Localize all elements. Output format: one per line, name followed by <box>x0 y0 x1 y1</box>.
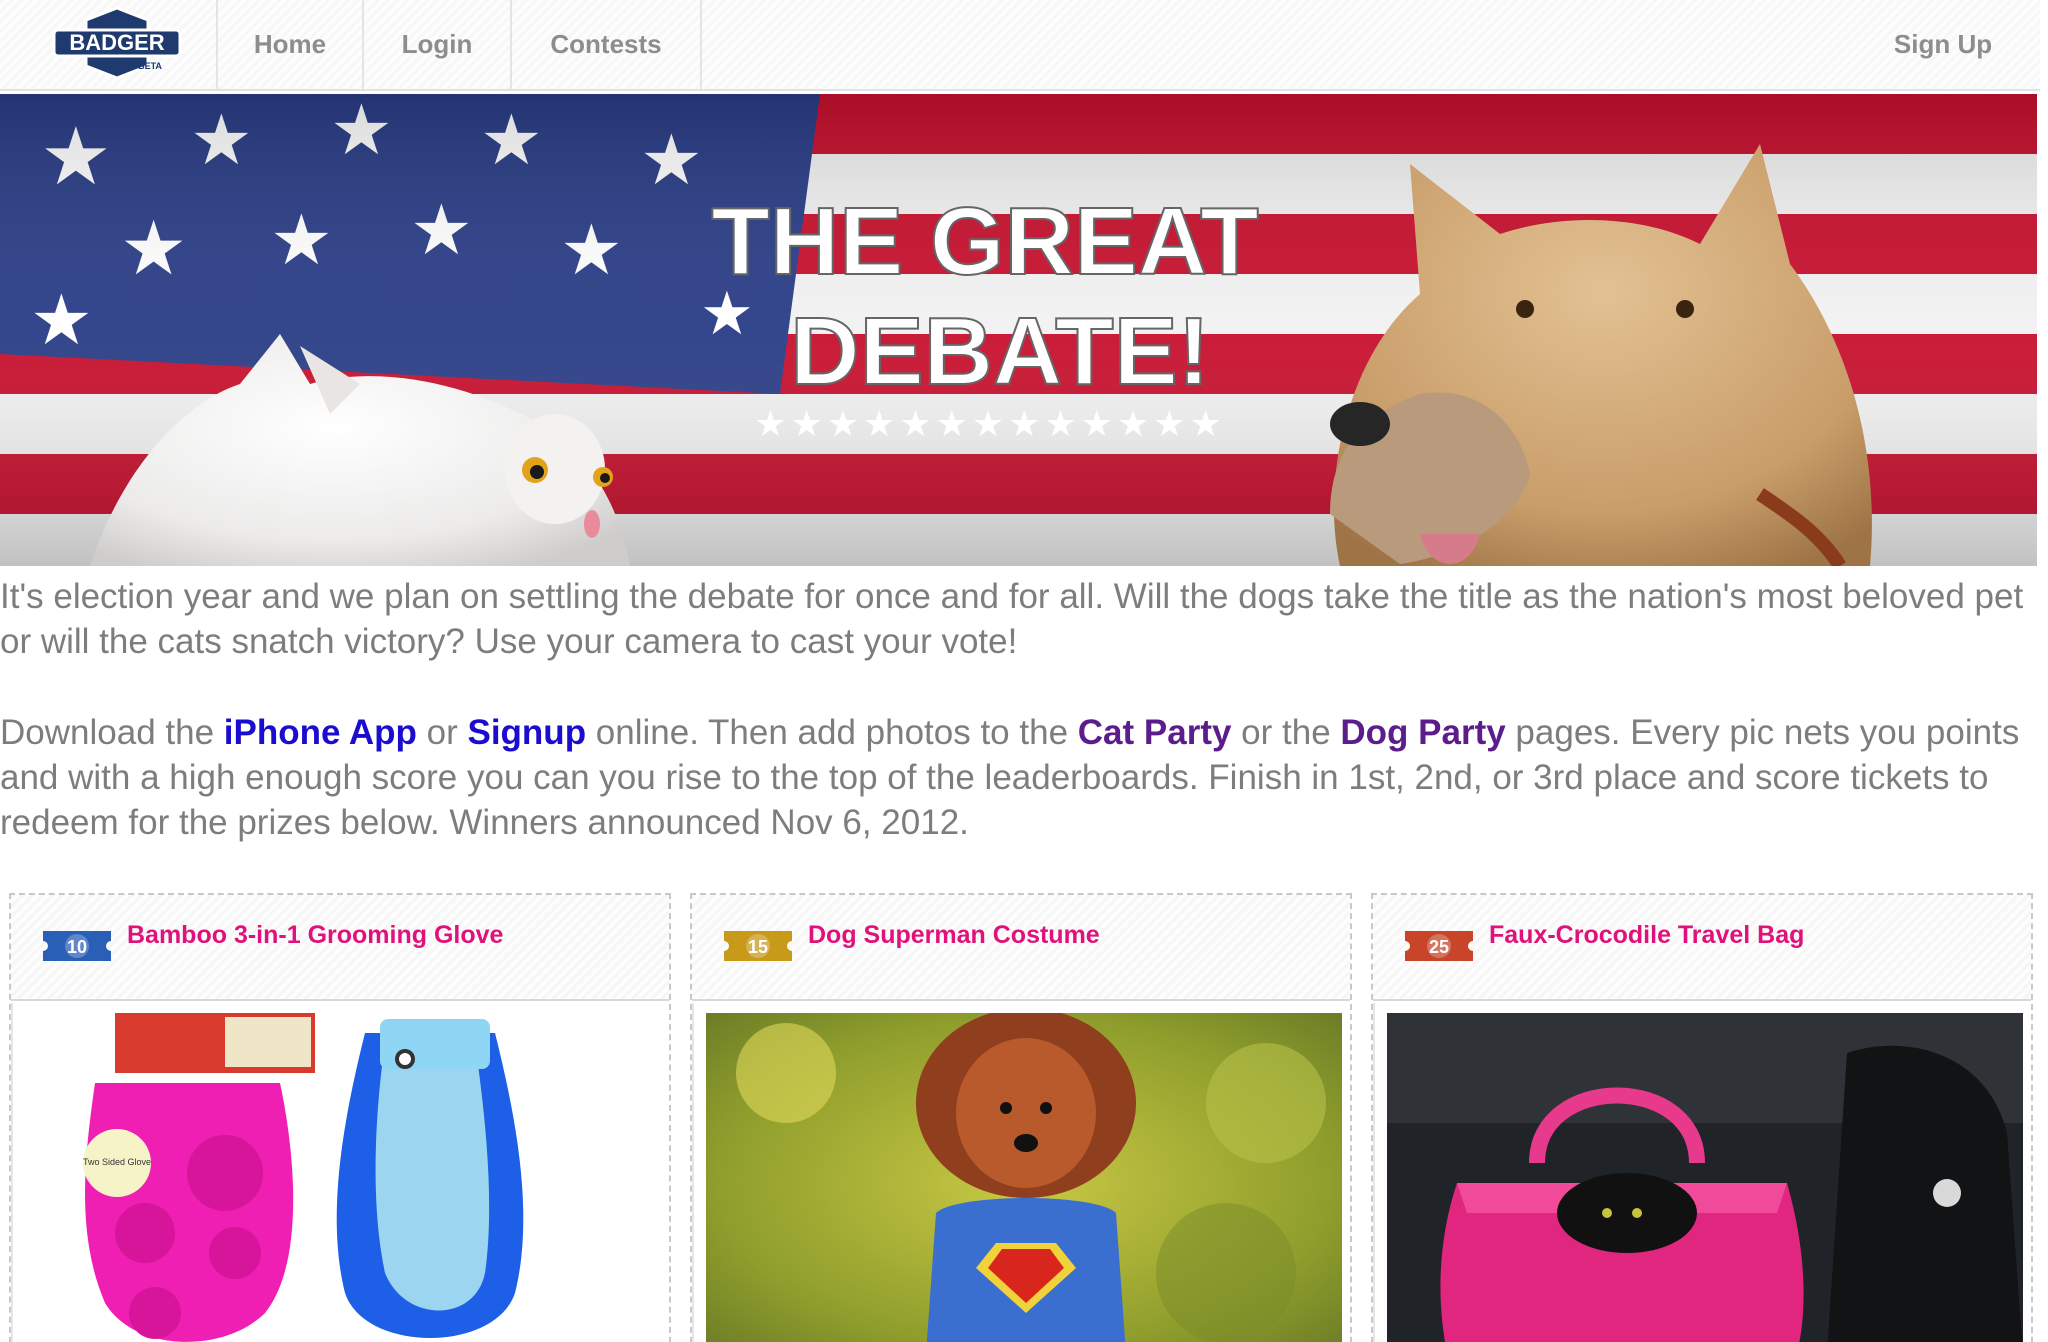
travel-bag-image <box>1387 1013 2023 1342</box>
intro-text: online. Then add photos to the <box>586 713 1078 752</box>
ticket-icon: 25 <box>1405 931 1473 961</box>
prize-image[interactable] <box>1387 1013 2023 1342</box>
ticket-count: 25 <box>1429 937 1449 957</box>
cat-party-link[interactable]: Cat Party <box>1078 713 1232 752</box>
ticket-count: 15 <box>748 937 768 957</box>
prize-image[interactable] <box>706 1013 1342 1342</box>
ticket-icon: 10 <box>43 931 111 961</box>
intro-text: or the <box>1231 713 1341 752</box>
prize-card[interactable]: 15 Dog Superman Costume <box>690 893 1352 1342</box>
ticket-icon: 15 <box>724 931 792 961</box>
prize-title[interactable]: Bamboo 3-in-1 Grooming Glove <box>127 921 503 950</box>
banner-image: ★ ★ ★ ★ ★ ★ ★ ★ ★ ★ ★ THE GREAT DEB <box>0 94 2037 566</box>
banner-title-line2: DEBATE! <box>790 298 1210 405</box>
intro-paragraph-2: Download the iPhone App or Signup online… <box>0 710 2040 845</box>
contest-description: It's election year and we plan on settli… <box>0 574 2040 845</box>
banner-stars: ★★★★★★★★★★★★★ <box>754 403 1226 444</box>
nav-login[interactable]: Login <box>364 0 512 89</box>
prize-image-frame: Two Sided Glove <box>11 1003 669 1342</box>
badger-logo[interactable]: BADGER BETA <box>52 6 182 80</box>
nav-signup[interactable]: Sign Up <box>1868 0 2018 89</box>
nav-contests[interactable]: Contests <box>512 0 702 89</box>
logo-text: BADGER <box>69 30 164 55</box>
banner-title-line1: THE GREAT <box>711 188 1259 295</box>
prize-card[interactable]: 10 Bamboo 3-in-1 Grooming Glove Two Side… <box>9 893 671 1342</box>
prize-image[interactable]: Two Sided Glove <box>25 1013 661 1342</box>
top-nav: BADGER BETA Home Login Contests Sign Up <box>0 0 2040 91</box>
intro-text: or <box>416 713 468 752</box>
superman-costume-image <box>706 1013 1342 1342</box>
prize-image-frame <box>1373 1003 2031 1342</box>
prize-card[interactable]: 25 Faux-Crocodile Travel Bag <box>1371 893 2033 1342</box>
logo-beta: BETA <box>138 61 162 71</box>
prize-image-frame <box>692 1003 1350 1342</box>
prize-title[interactable]: Dog Superman Costume <box>808 921 1100 950</box>
intro-text: Download the <box>0 713 224 752</box>
glove-package-label: Two Sided Glove <box>83 1157 151 1167</box>
signup-link[interactable]: Signup <box>467 713 586 752</box>
grooming-glove-image: Two Sided Glove <box>25 1013 661 1342</box>
prize-card-header: 10 Bamboo 3-in-1 Grooming Glove <box>11 895 669 1001</box>
iphone-app-link[interactable]: iPhone App <box>224 713 417 752</box>
contest-banner: ★ ★ ★ ★ ★ ★ ★ ★ ★ ★ ★ THE GREAT DEB <box>0 94 2037 566</box>
ticket-count: 10 <box>67 937 87 957</box>
prize-card-header: 25 Faux-Crocodile Travel Bag <box>1373 895 2031 1001</box>
prize-title[interactable]: Faux-Crocodile Travel Bag <box>1489 921 1804 950</box>
intro-paragraph-1: It's election year and we plan on settli… <box>0 577 2024 661</box>
nav-home[interactable]: Home <box>216 0 364 89</box>
prize-card-header: 15 Dog Superman Costume <box>692 895 1350 1001</box>
dog-party-link[interactable]: Dog Party <box>1340 713 1505 752</box>
